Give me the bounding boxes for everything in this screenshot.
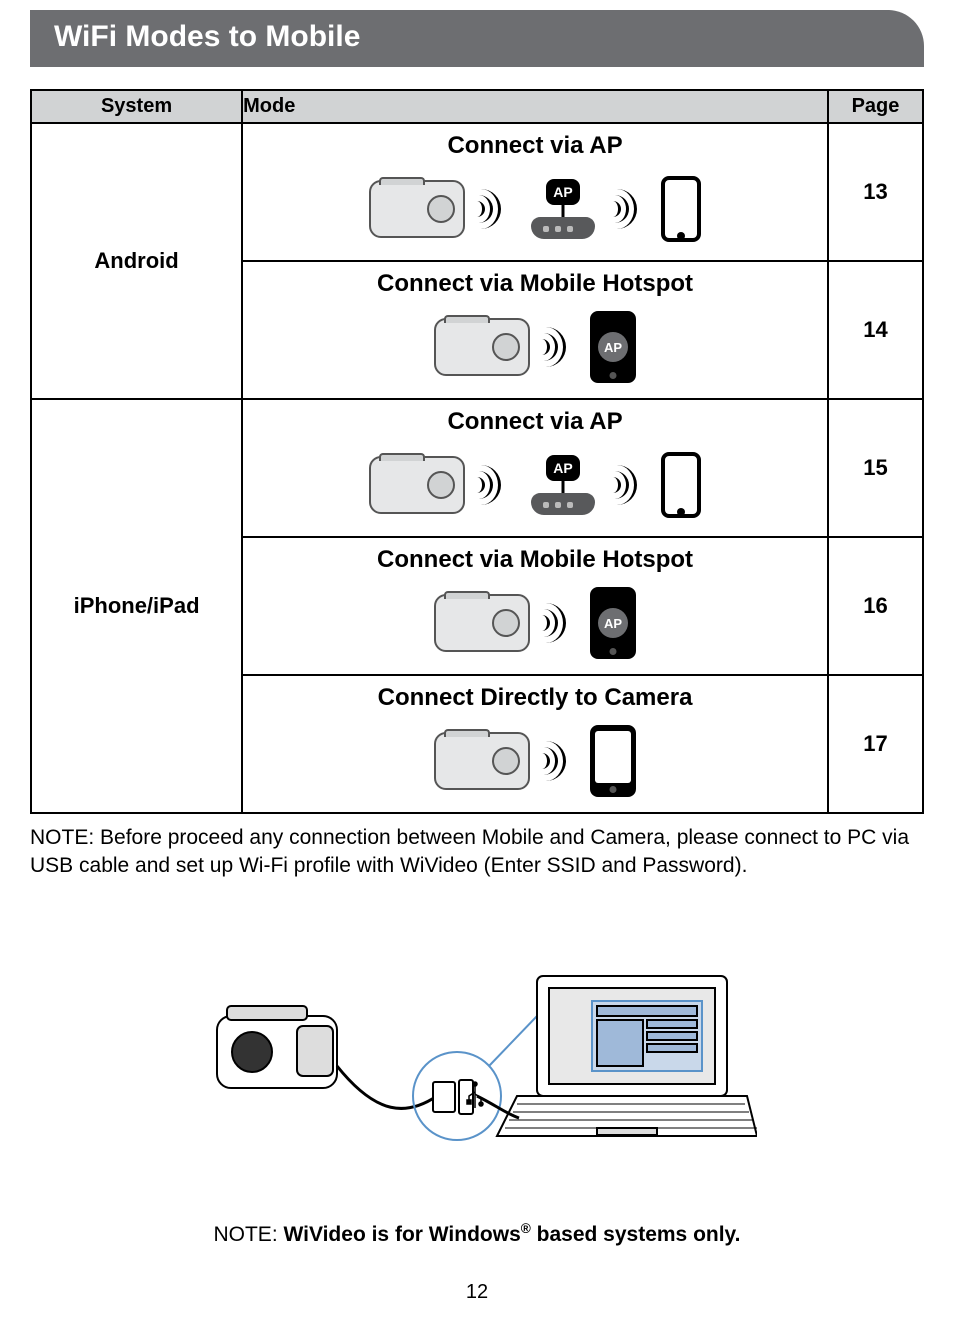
page-ref: 15 bbox=[828, 399, 923, 537]
phone-ap-icon: AP bbox=[590, 311, 636, 383]
mode-title: Connect via AP bbox=[255, 408, 815, 436]
note-setup: NOTE: Before proceed any connection betw… bbox=[30, 824, 924, 881]
th-page: Page bbox=[828, 90, 923, 123]
system-android: Android bbox=[31, 123, 242, 399]
phone-ap-label: AP bbox=[598, 332, 628, 362]
page-ref: 14 bbox=[828, 261, 923, 399]
mode-cell: Connect via AP AP bbox=[242, 123, 828, 261]
phone-ap-label: AP bbox=[598, 608, 628, 638]
page-number: 12 bbox=[30, 1281, 924, 1304]
modes-table: System Mode Page Android Connect via AP … bbox=[30, 89, 924, 814]
usb-setup-illustration bbox=[197, 946, 757, 1176]
router-ap-label: AP bbox=[546, 455, 580, 481]
mode-title: Connect via Mobile Hotspot bbox=[255, 546, 815, 574]
phone-icon bbox=[590, 725, 636, 797]
mode-cell: Connect via Mobile Hotspot AP bbox=[242, 537, 828, 675]
wifi-waves-icon bbox=[611, 184, 651, 234]
wifi-waves-icon bbox=[611, 460, 651, 510]
camera-icon bbox=[434, 732, 530, 790]
section-header: WiFi Modes to Mobile bbox=[30, 10, 924, 67]
note-windows-only: NOTE: WiVideo is for Windows® based syst… bbox=[30, 1221, 924, 1247]
icon-row: AP bbox=[255, 442, 815, 528]
router-ap-label: AP bbox=[546, 179, 580, 205]
camera-icon bbox=[369, 456, 465, 514]
icon-row: AP bbox=[255, 166, 815, 252]
wifi-waves-icon bbox=[475, 460, 515, 510]
th-system: System bbox=[31, 90, 242, 123]
phone-icon bbox=[661, 176, 701, 242]
router-ap-icon: AP bbox=[525, 455, 601, 515]
note2-prefix: NOTE: bbox=[213, 1223, 283, 1246]
mode-cell: Connect Directly to Camera bbox=[242, 675, 828, 813]
registered-symbol: ® bbox=[521, 1221, 531, 1236]
router-ap-icon: AP bbox=[525, 179, 601, 239]
mode-title: Connect Directly to Camera bbox=[255, 684, 815, 712]
mode-cell: Connect via Mobile Hotspot AP bbox=[242, 261, 828, 399]
phone-ap-icon: AP bbox=[590, 587, 636, 659]
mode-cell: Connect via AP AP bbox=[242, 399, 828, 537]
wifi-waves-icon bbox=[475, 184, 515, 234]
camera-icon bbox=[434, 594, 530, 652]
note2-bold-b: based systems only. bbox=[531, 1223, 741, 1246]
system-iphone-ipad: iPhone/iPad bbox=[31, 399, 242, 813]
icon-row bbox=[255, 718, 815, 804]
mode-title: Connect via Mobile Hotspot bbox=[255, 270, 815, 298]
page-ref: 17 bbox=[828, 675, 923, 813]
usb-setup-diagram bbox=[30, 921, 924, 1201]
section-title: WiFi Modes to Mobile bbox=[54, 20, 360, 53]
icon-row: AP bbox=[255, 580, 815, 666]
icon-row: AP bbox=[255, 304, 815, 390]
phone-icon bbox=[661, 452, 701, 518]
page-ref: 13 bbox=[828, 123, 923, 261]
wifi-waves-icon bbox=[540, 322, 580, 372]
th-mode: Mode bbox=[242, 90, 828, 123]
wifi-waves-icon bbox=[540, 598, 580, 648]
camera-icon bbox=[369, 180, 465, 238]
wifi-waves-icon bbox=[540, 736, 580, 786]
camera-icon bbox=[434, 318, 530, 376]
note2-bold-a: WiVideo is for Windows bbox=[284, 1223, 521, 1246]
page-ref: 16 bbox=[828, 537, 923, 675]
mode-title: Connect via AP bbox=[255, 132, 815, 160]
